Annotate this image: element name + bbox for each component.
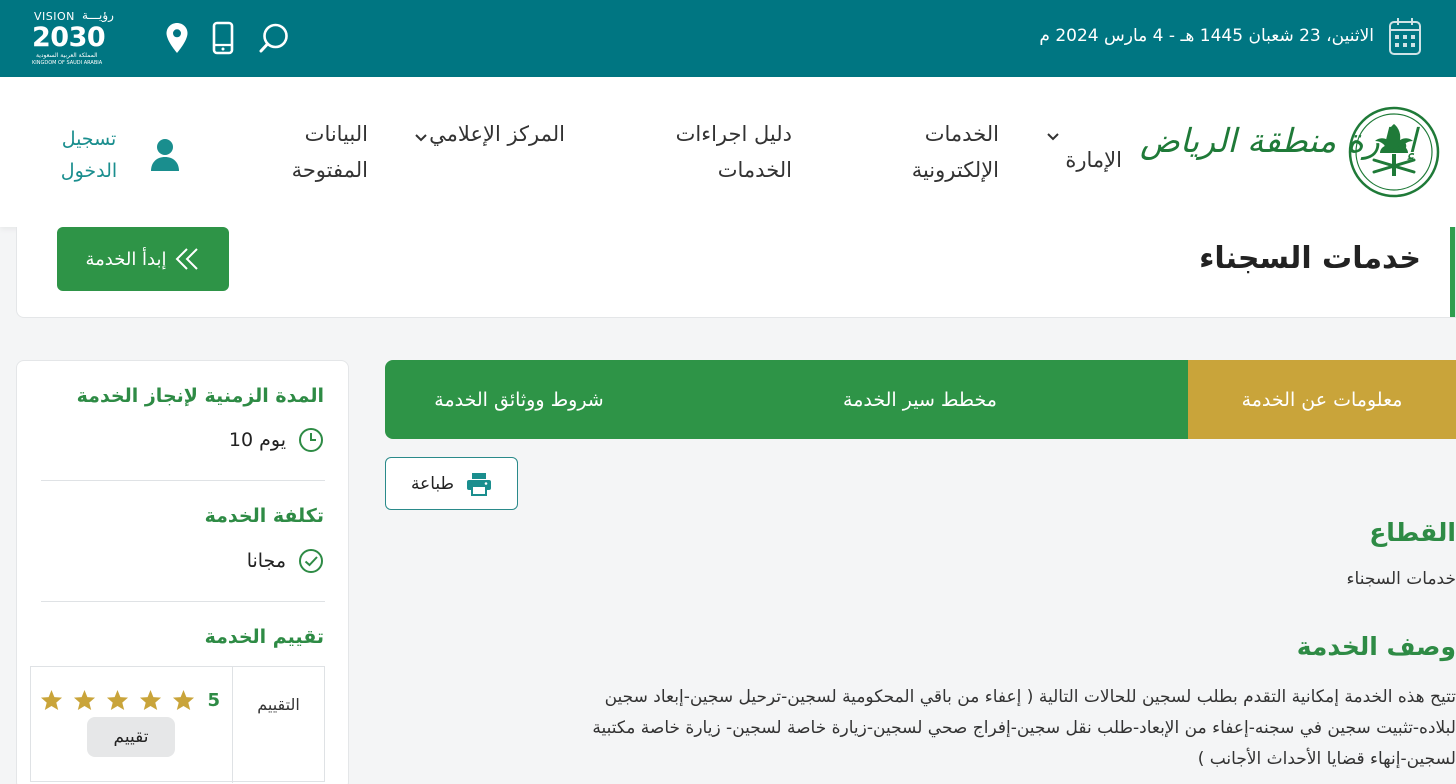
divider [41,480,325,481]
star-rating[interactable]: 5 [40,689,220,711]
printer-icon [467,472,492,496]
start-service-label: إبدأ الخدمة [85,248,167,270]
description-line: لسجين-إنهاء قضايا الأحداث الأجانب ) [1197,749,1456,769]
rate-service-button[interactable]: تقييم [87,717,175,757]
vision-country-ar: المملكة العربية السعودية [36,52,98,59]
vision-country-en: KINGDOM OF SAUDI ARABIA [32,60,103,66]
nav-media-center[interactable]: المركز الإعلامي [429,116,565,152]
nav-eservices-line1: الخدمات [924,122,999,146]
nav-opendata-line1: البيانات [304,122,368,146]
nav-guide-line1: دليل اجراءات [675,122,792,146]
clock-icon [299,428,323,452]
rating-table: التقييم 5 تقييم [30,666,325,783]
double-chevron-left-icon [175,248,198,270]
nav-emirate[interactable]: الإمارة [1065,142,1122,178]
print-button[interactable]: طباعة [385,457,518,510]
chevron-down-icon[interactable] [1046,132,1060,142]
rating-value: 5 [207,689,220,711]
login-line2: الدخول [60,160,118,182]
rating-title: تقييم الخدمة [204,626,324,648]
star-icon[interactable] [73,689,96,711]
page-title: خدمات السجناء [1199,241,1421,276]
description-heading: وصف الخدمة [1296,632,1456,661]
rating-label: التقييم [232,667,324,783]
location-icon[interactable] [159,20,195,56]
description-line: تتيح هذه الخدمة إمكانية التقدم بطلب لسجي… [604,687,1456,707]
cost-row: مجانا [247,548,324,574]
tab-service-flow[interactable]: مخطط سير الخدمة [786,360,1054,439]
page-title-card: خدمات السجناء إبدأ الخدمة [16,227,1456,318]
star-icon[interactable] [106,689,129,711]
duration-title: المدة الزمنية لإنجاز الخدمة [76,385,324,407]
nav-services-guide[interactable]: دليل اجراءات الخدمات [676,116,792,188]
sector-value: خدمات السجناء [1346,569,1456,589]
tab-service-info[interactable]: معلومات عن الخدمة [1188,360,1456,439]
duration-row: 10 يوم [229,427,324,453]
cost-title: تكلفة الخدمة [204,505,324,527]
star-icon[interactable] [172,689,195,711]
calendar-icon [1389,18,1421,55]
vision-year: 2030 [32,22,106,53]
service-info-sidebar: المدة الزمنية لإنجاز الخدمة 10 يوم تكلفة… [16,360,349,784]
search-icon[interactable] [256,20,292,56]
nav-eservices-line2: الإلكترونية [911,158,999,182]
date-display: الاثنين، 23 شعبان 1445 هـ - 4 مارس 2024 … [1039,16,1422,56]
title-accent-bar [1450,227,1455,317]
emirate-logo-text[interactable]: إمارة منطقة الرياض [1140,121,1417,160]
vision-arabic-word: رؤيـــة [82,8,114,22]
service-description: تتيح هذه الخدمة إمكانية التقدم بطلب لسجي… [426,682,1456,775]
login-link[interactable]: تسجيل الدخول [56,123,180,187]
cost-value: مجانا [246,550,286,572]
vision-2030-logo[interactable]: VISION رؤيـــة 2030 المملكة العربية السع… [32,8,122,66]
sector-heading: القطاع [1369,518,1456,547]
nav-eservices[interactable]: الخدمات الإلكترونية [912,116,999,188]
tab-service-conditions[interactable]: شروط ووثائق الخدمة [385,360,653,439]
mobile-icon[interactable] [205,20,241,56]
nav-open-data[interactable]: البيانات المفتوحة [292,116,368,188]
service-tabs: معلومات عن الخدمة مخطط سير الخدمة شروط و… [385,360,1456,439]
current-date: الاثنين، 23 شعبان 1445 هـ - 4 مارس 2024 … [1039,26,1374,46]
duration-value: 10 يوم [228,429,286,451]
nav-guide-line2: الخدمات [717,158,792,182]
user-icon [151,139,179,171]
divider [41,601,325,602]
nav-opendata-line2: المفتوحة [291,158,368,182]
star-icon[interactable] [139,689,162,711]
star-icon[interactable] [40,689,63,711]
start-service-button[interactable]: إبدأ الخدمة [57,227,229,291]
print-label: طباعة [410,473,455,494]
login-line1: تسجيل [61,128,117,150]
check-circle-icon [299,549,323,573]
main-header: إمارة منطقة الرياض الإمارة الخدمات الإلك… [0,77,1456,227]
chevron-down-icon[interactable] [414,133,428,143]
description-line: لبلاده-تثبيت سجين في سجنه-إعفاء من الإبع… [592,718,1456,738]
top-bar: VISION رؤيـــة 2030 المملكة العربية السع… [0,0,1456,77]
login-label: تسجيل الدخول [56,123,122,187]
